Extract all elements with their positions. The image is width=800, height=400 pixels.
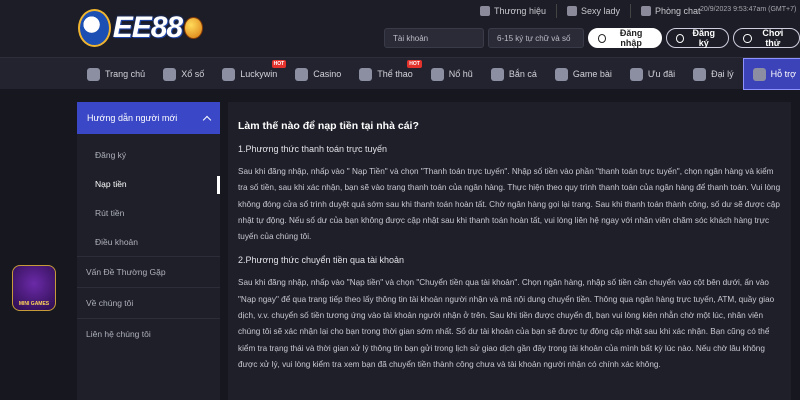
section-body-online-payment: Sau khi đăng nhập, nhấp vào " Nạp Tiền" …: [238, 167, 781, 242]
nav-item-promotions[interactable]: Ưu đãi: [621, 58, 684, 90]
lottery-ball-icon: [184, 17, 203, 39]
password-input[interactable]: [488, 28, 584, 48]
sidebar-item-contact-us[interactable]: Liên hệ chúng tôi: [77, 318, 220, 349]
article-panel: Làm thế nào để nạp tiền tại nhà cái? 1.P…: [228, 102, 791, 400]
nav-item-support[interactable]: Hỗ trợ: [742, 58, 800, 90]
sidebar-group-title: Hướng dẫn người mới: [87, 113, 178, 123]
nav-item-luckywin[interactable]: Luckywin HOT: [213, 58, 287, 90]
top-links: Thương hiệu Sexy lady Phòng chat: [470, 4, 711, 18]
nav-item-home[interactable]: Trang chủ: [78, 58, 154, 90]
fish-icon: [490, 67, 504, 81]
username-input[interactable]: [384, 28, 484, 48]
main-nav: Trang chủ Xổ số Luckywin HOT Casino Thể t…: [0, 57, 800, 90]
nav-item-label: Nổ hũ: [448, 69, 473, 79]
mini-games-button[interactable]: MINI GAMES: [12, 265, 56, 311]
login-button-label: Đăng nhập: [619, 28, 643, 48]
sidebar-item-withdraw[interactable]: Rút tiền: [77, 198, 220, 227]
login-form: Đăng nhập Đăng ký Chơi thử: [384, 28, 800, 48]
luckywin-icon: [222, 67, 236, 81]
nav-item-fishing[interactable]: Bắn cá: [482, 58, 546, 90]
sidebar-item-deposit[interactable]: Nạp tiền: [77, 169, 220, 198]
trial-button[interactable]: Chơi thử: [733, 28, 800, 48]
cards-icon: [554, 67, 568, 81]
mini-games-label: MINI GAMES: [18, 301, 50, 307]
nav-item-label: Bắn cá: [508, 69, 537, 79]
nav-items: Trang chủ Xổ số Luckywin HOT Casino Thể t…: [78, 58, 800, 90]
agent-icon: [693, 67, 707, 81]
nav-item-label: Game bài: [572, 69, 612, 79]
toplink-label: Thương hiệu: [494, 6, 546, 16]
toplink-label: Phòng chat: [655, 6, 701, 16]
brand-icon: [480, 6, 490, 16]
nav-item-label: Thể thao: [377, 69, 413, 79]
nav-item-label: Trang chủ: [105, 69, 146, 79]
lottery-icon: [163, 67, 177, 81]
play-icon: [743, 33, 752, 43]
slot-icon: [430, 67, 444, 81]
logo-text: EE88: [112, 11, 183, 44]
register-button[interactable]: Đăng ký: [665, 28, 730, 48]
nav-item-agent[interactable]: Đại lý: [684, 58, 743, 90]
sidebar-group-newbie-guide[interactable]: Hướng dẫn người mới: [77, 102, 220, 134]
sidebar-item-faq[interactable]: Vấn Đề Thường Gặp: [77, 256, 220, 287]
sidebar-item-terms[interactable]: Điều khoản: [77, 227, 220, 256]
nav-item-slots[interactable]: Nổ hũ: [422, 58, 482, 90]
section-title-bank-transfer: 2.Phương thức chuyển tiền qua tài khoản: [238, 255, 405, 266]
sports-icon: [359, 67, 373, 81]
help-sidebar: Hướng dẫn người mới Đăng ký Nạp tiền Rút…: [77, 102, 220, 400]
chat-icon: [641, 6, 651, 16]
toplink-chat[interactable]: Phòng chat: [631, 4, 711, 18]
nav-item-label: Xổ số: [181, 69, 205, 79]
register-button-label: Đăng ký: [692, 28, 716, 48]
chevron-up-icon: [202, 115, 212, 124]
user-icon: [598, 33, 607, 43]
nav-item-label: Ưu đãi: [647, 69, 676, 79]
nav-item-sports[interactable]: Thể thao HOT: [350, 58, 422, 90]
toplink-sexy-lady[interactable]: Sexy lady: [557, 4, 631, 18]
support-icon: [752, 67, 766, 81]
logo-emblem-icon: [78, 9, 111, 47]
hot-badge: HOT: [271, 60, 287, 68]
casino-icon: [295, 67, 309, 81]
nav-item-label: Casino: [313, 69, 342, 79]
site-header: EE88 Thương hiệu Sexy lady Phòng chat 20…: [0, 0, 800, 57]
home-icon: [87, 67, 100, 81]
nav-item-casino[interactable]: Casino: [286, 58, 350, 90]
lady-icon: [566, 6, 577, 16]
nav-item-card-games[interactable]: Game bài: [546, 58, 621, 90]
site-logo[interactable]: EE88: [78, 4, 203, 52]
add-user-icon: [675, 33, 685, 43]
nav-item-label: Hỗ trợ: [770, 69, 796, 79]
nav-item-label: Luckywin: [240, 69, 278, 79]
toplink-label: Sexy lady: [580, 6, 620, 16]
section-body-bank-transfer: Sau khi đăng nhập, nhấp vào "Nạp tiền" v…: [238, 278, 775, 369]
sidebar-item-register[interactable]: Đăng ký: [77, 140, 220, 169]
article-title: Làm thế nào để nạp tiền tại nhà cái?: [238, 120, 419, 132]
trial-button-label: Chơi thử: [762, 28, 784, 48]
section-title-online-payment: 1.Phương thức thanh toán trực tuyến: [238, 144, 388, 154]
login-button[interactable]: Đăng nhập: [588, 28, 662, 48]
gift-icon: [629, 67, 643, 81]
nav-item-label: Đại lý: [711, 69, 734, 79]
nav-item-lottery[interactable]: Xổ số: [154, 58, 213, 90]
hot-badge: HOT: [407, 60, 422, 68]
toplink-brand[interactable]: Thương hiệu: [470, 4, 557, 18]
sidebar-item-about-us[interactable]: Về chúng tôi: [77, 287, 220, 318]
datetime-display: 20/9/2023 9:53:47am (GMT+7): [700, 6, 797, 13]
